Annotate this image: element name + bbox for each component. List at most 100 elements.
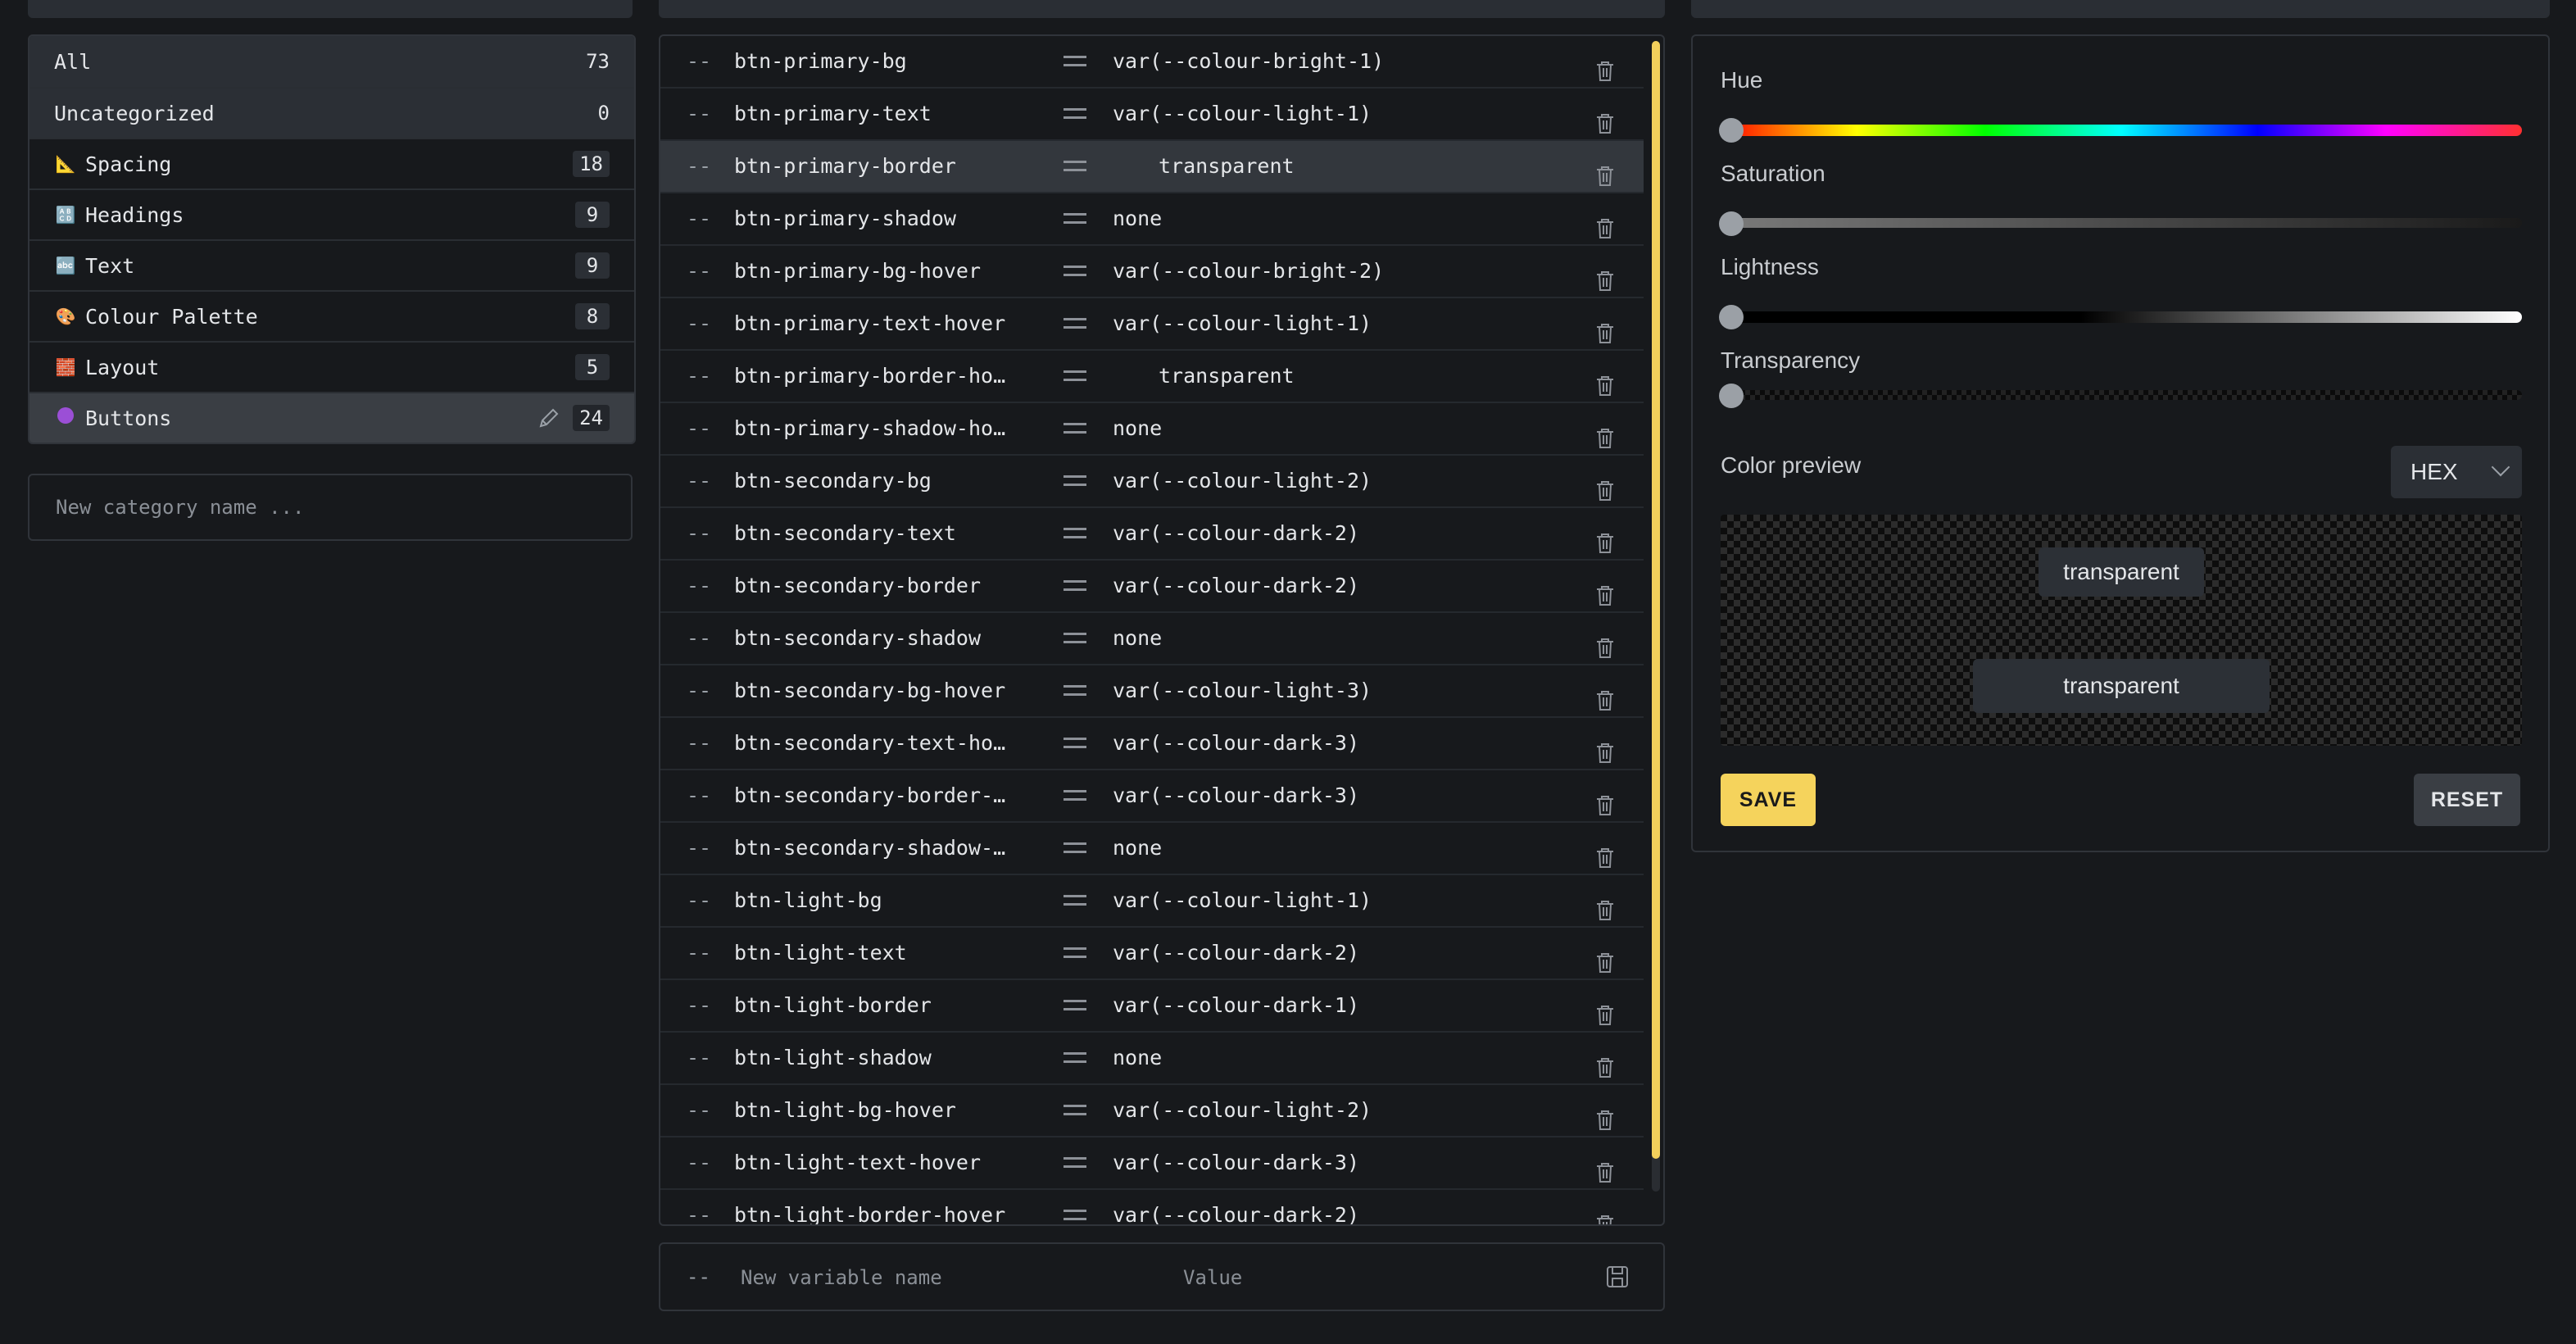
- variable-row[interactable]: -- btn-primary-text-hover var(--colour-lig…: [660, 298, 1644, 351]
- trash-icon[interactable]: [1594, 1047, 1616, 1078]
- trash-icon[interactable]: [1594, 523, 1616, 553]
- trash-icon[interactable]: [1594, 366, 1616, 396]
- variable-name[interactable]: btn-secondary-bg-hover: [734, 665, 1013, 716]
- category-item-headings[interactable]: 🔠 Headings 9: [29, 188, 634, 239]
- variable-value[interactable]: var(--colour-bright-1): [1113, 36, 1384, 87]
- color-format-select[interactable]: HEX: [2391, 446, 2522, 498]
- variable-name[interactable]: btn-secondary-shadow-h…: [734, 823, 1013, 874]
- trash-icon[interactable]: [1594, 1100, 1616, 1130]
- variable-value[interactable]: var(--colour-dark-3): [1113, 718, 1359, 769]
- trash-icon[interactable]: [1594, 208, 1616, 238]
- variable-name[interactable]: btn-primary-shadow-hov…: [734, 403, 1013, 454]
- variable-row[interactable]: -- btn-primary-shadow-hov… none: [660, 403, 1644, 456]
- variable-value[interactable]: var(--colour-light-1): [1113, 298, 1372, 349]
- trash-icon[interactable]: [1594, 51, 1616, 81]
- transparency-slider[interactable]: [1719, 384, 2522, 408]
- variable-row[interactable]: -- btn-light-text var(--colour-dark-2): [660, 928, 1644, 980]
- variable-name[interactable]: btn-primary-text-hover: [734, 298, 1013, 349]
- trash-icon[interactable]: [1594, 470, 1616, 501]
- variable-row[interactable]: -- btn-light-text-hover var(--colour-dark-…: [660, 1137, 1644, 1190]
- variable-name[interactable]: btn-primary-border: [734, 141, 1013, 192]
- variable-row[interactable]: -- btn-secondary-text var(--colour-dark-2): [660, 508, 1644, 561]
- category-item-all[interactable]: All 73: [29, 36, 634, 87]
- category-item-buttons[interactable]: Buttons 24: [29, 392, 634, 443]
- trash-icon[interactable]: [1594, 418, 1616, 448]
- trash-icon[interactable]: [1594, 942, 1616, 973]
- variable-row[interactable]: -- btn-secondary-shadow-h… none: [660, 823, 1644, 875]
- variable-row[interactable]: -- btn-secondary-bg-hover var(--colour-lig…: [660, 665, 1644, 718]
- variable-value[interactable]: var(--colour-dark-3): [1113, 770, 1359, 821]
- variable-row[interactable]: -- btn-primary-border transparent: [660, 141, 1644, 193]
- new-variable-value-input[interactable]: [1181, 1259, 1578, 1296]
- variable-value[interactable]: none: [1113, 613, 1162, 664]
- trash-icon[interactable]: [1594, 838, 1616, 868]
- scrollbar-thumb[interactable]: [1652, 41, 1660, 1159]
- variable-value[interactable]: var(--colour-light-1): [1113, 875, 1372, 926]
- category-item-uncategorized[interactable]: Uncategorized 0: [29, 87, 634, 138]
- variable-row[interactable]: -- btn-secondary-bg var(--colour-light-2): [660, 456, 1644, 508]
- variable-row[interactable]: -- btn-secondary-shadow none: [660, 613, 1644, 665]
- variable-row[interactable]: -- btn-primary-border-hov… transparent: [660, 351, 1644, 403]
- variable-row[interactable]: -- btn-light-border-hover var(--colour-dar…: [660, 1190, 1644, 1224]
- saturation-slider[interactable]: [1719, 211, 2522, 236]
- variable-row[interactable]: -- btn-primary-bg var(--colour-bright-1): [660, 36, 1644, 89]
- variable-value[interactable]: var(--colour-dark-1): [1113, 980, 1359, 1031]
- variable-name[interactable]: btn-primary-border-hov…: [734, 351, 1013, 402]
- variable-name[interactable]: btn-secondary-shadow: [734, 613, 1013, 664]
- reset-button[interactable]: RESET: [2414, 774, 2520, 826]
- variable-value[interactable]: none: [1113, 403, 1162, 454]
- variable-name[interactable]: btn-light-text-hover: [734, 1137, 1013, 1188]
- trash-icon[interactable]: [1594, 261, 1616, 291]
- variable-row[interactable]: -- btn-secondary-border-h… var(--colour-da…: [660, 770, 1644, 823]
- variable-name[interactable]: btn-secondary-text: [734, 508, 1013, 559]
- trash-icon[interactable]: [1594, 1152, 1616, 1183]
- trash-icon[interactable]: [1594, 680, 1616, 711]
- variable-row[interactable]: -- btn-secondary-text-hov… var(--colour-da…: [660, 718, 1644, 770]
- variable-row[interactable]: -- btn-light-shadow none: [660, 1033, 1644, 1085]
- trash-icon[interactable]: [1594, 103, 1616, 134]
- hue-slider[interactable]: [1719, 118, 2522, 143]
- variable-value[interactable]: none: [1113, 1033, 1162, 1083]
- category-item-colour-palette[interactable]: 🎨 Colour Palette 8: [29, 290, 634, 341]
- variable-name[interactable]: btn-light-shadow: [734, 1033, 1013, 1083]
- variable-value[interactable]: none: [1113, 193, 1162, 244]
- variable-value[interactable]: var(--colour-dark-2): [1113, 561, 1359, 611]
- variable-name[interactable]: btn-primary-bg: [734, 36, 1013, 87]
- variable-name[interactable]: btn-secondary-bg: [734, 456, 1013, 506]
- variable-name[interactable]: btn-primary-text: [734, 89, 1013, 139]
- trash-icon[interactable]: [1594, 890, 1616, 920]
- category-item-layout[interactable]: 🧱 Layout 5: [29, 341, 634, 392]
- variable-name[interactable]: btn-light-bg: [734, 875, 1013, 926]
- variable-value[interactable]: var(--colour-dark-3): [1113, 1137, 1359, 1188]
- variable-value[interactable]: none: [1113, 823, 1162, 874]
- variable-name[interactable]: btn-light-border-hover: [734, 1190, 1013, 1224]
- trash-icon[interactable]: [1594, 313, 1616, 343]
- trash-icon[interactable]: [1594, 733, 1616, 763]
- save-button[interactable]: SAVE: [1721, 774, 1816, 826]
- variable-row[interactable]: -- btn-primary-text var(--colour-light-1): [660, 89, 1644, 141]
- variable-name[interactable]: btn-light-text: [734, 928, 1013, 978]
- variable-value[interactable]: transparent: [1159, 141, 1295, 192]
- lightness-slider-knob[interactable]: [1719, 305, 1744, 329]
- trash-icon[interactable]: [1594, 1205, 1616, 1224]
- category-item-spacing[interactable]: 📐 Spacing 18: [29, 138, 634, 188]
- variable-value[interactable]: var(--colour-bright-2): [1113, 246, 1384, 297]
- variable-name[interactable]: btn-light-bg-hover: [734, 1085, 1013, 1136]
- variable-name[interactable]: btn-secondary-border-h…: [734, 770, 1013, 821]
- variable-value[interactable]: var(--colour-light-2): [1113, 1085, 1372, 1136]
- variable-name[interactable]: btn-secondary-border: [734, 561, 1013, 611]
- trash-icon[interactable]: [1594, 156, 1616, 186]
- trash-icon[interactable]: [1594, 785, 1616, 815]
- transparency-slider-knob[interactable]: [1719, 384, 1744, 408]
- edit-pencil-icon[interactable]: [537, 406, 561, 430]
- trash-icon[interactable]: [1594, 995, 1616, 1025]
- lightness-slider[interactable]: [1719, 305, 2522, 329]
- save-icon[interactable]: [1604, 1264, 1630, 1290]
- trash-icon[interactable]: [1594, 628, 1616, 658]
- variable-row[interactable]: -- btn-light-bg-hover var(--colour-light-2…: [660, 1085, 1644, 1137]
- new-category-input[interactable]: [54, 495, 631, 520]
- variable-value[interactable]: var(--colour-dark-2): [1113, 1190, 1359, 1224]
- variable-row[interactable]: -- btn-light-bg var(--colour-light-1): [660, 875, 1644, 928]
- new-variable-name-input[interactable]: [739, 1259, 1168, 1296]
- variable-value[interactable]: transparent: [1159, 351, 1295, 402]
